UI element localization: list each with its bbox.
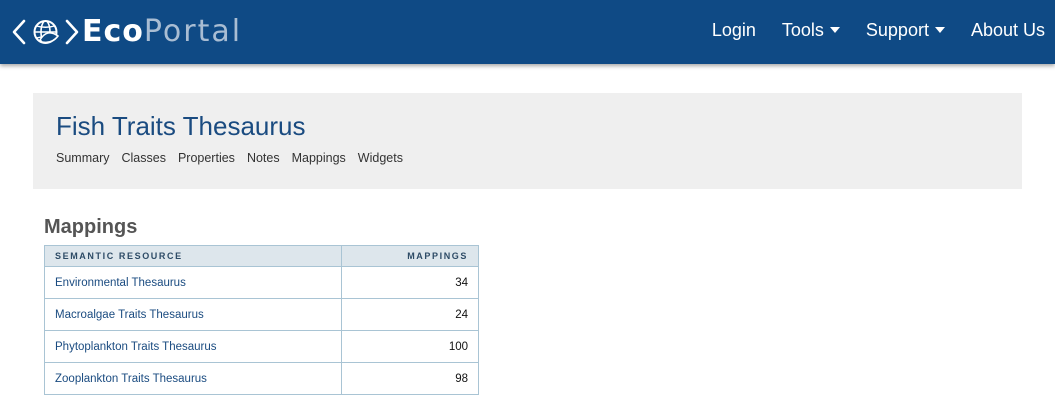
mapping-count: 100	[341, 330, 479, 363]
nav-login-label: Login	[711, 19, 756, 40]
resource-link[interactable]: Phytoplankton Traits Thesaurus	[55, 341, 217, 353]
mapping-count: 24	[341, 298, 479, 331]
tab-properties[interactable]: Properties	[178, 151, 235, 165]
resource-cell: Environmental Thesaurus	[44, 266, 342, 299]
ontology-header-panel: Fish Traits Thesaurus Summary Classes Pr…	[33, 93, 1022, 189]
column-header-semantic-resource[interactable]: SEMANTIC RESOURCE	[44, 245, 342, 267]
tab-classes[interactable]: Classes	[121, 151, 165, 165]
mapping-count: 98	[341, 362, 479, 395]
mapping-count: 34	[341, 266, 479, 299]
resource-link[interactable]: Environmental Thesaurus	[55, 277, 186, 289]
table-row: Phytoplankton Traits Thesaurus 100	[44, 330, 479, 363]
resource-link[interactable]: Macroalgae Traits Thesaurus	[55, 309, 204, 321]
resource-cell: Zooplankton Traits Thesaurus	[44, 362, 342, 395]
nav-tools-label: Tools	[781, 19, 824, 40]
ontology-tabs: Summary Classes Properties Notes Mapping…	[56, 151, 415, 165]
nav-tools-dropdown[interactable]: Tools	[782, 20, 840, 41]
table-row: Macroalgae Traits Thesaurus 24	[44, 298, 479, 331]
page-title: Fish Traits Thesaurus	[56, 111, 306, 141]
mappings-section-title: Mappings	[44, 216, 138, 238]
nav-about-link[interactable]: About Us	[971, 20, 1045, 41]
resource-cell: Macroalgae Traits Thesaurus	[44, 298, 342, 331]
nav-login-link[interactable]: Login	[712, 20, 756, 41]
brand-logo[interactable]: Eco Portal	[12, 12, 242, 52]
tab-mappings[interactable]: Mappings	[292, 151, 346, 165]
brand-name-eco: Eco	[82, 14, 144, 49]
tab-summary[interactable]: Summary	[56, 151, 109, 165]
table-header-row: SEMANTIC RESOURCE MAPPINGS	[44, 245, 479, 267]
top-navbar: Eco Portal Login Tools Support About Us	[0, 0, 1055, 64]
nav-support-dropdown[interactable]: Support	[866, 20, 945, 41]
caret-down-icon	[934, 27, 945, 33]
resource-cell: Phytoplankton Traits Thesaurus	[44, 330, 342, 363]
nav-menu: Login Tools Support About Us	[686, 0, 1045, 60]
resource-link[interactable]: Zooplankton Traits Thesaurus	[55, 373, 207, 385]
nav-support-label: Support	[865, 19, 929, 40]
table-row: Environmental Thesaurus 34	[44, 266, 479, 299]
nav-about-label: About Us	[970, 19, 1045, 40]
mappings-table: SEMANTIC RESOURCE MAPPINGS Environmental…	[44, 245, 479, 395]
tab-widgets[interactable]: Widgets	[358, 151, 403, 165]
brand-name-portal: Portal	[143, 14, 243, 49]
column-header-mappings[interactable]: MAPPINGS	[341, 245, 479, 267]
globe-brackets-icon	[12, 19, 79, 45]
table-row: Zooplankton Traits Thesaurus 98	[44, 362, 479, 395]
caret-down-icon	[829, 27, 840, 33]
tab-notes[interactable]: Notes	[247, 151, 280, 165]
